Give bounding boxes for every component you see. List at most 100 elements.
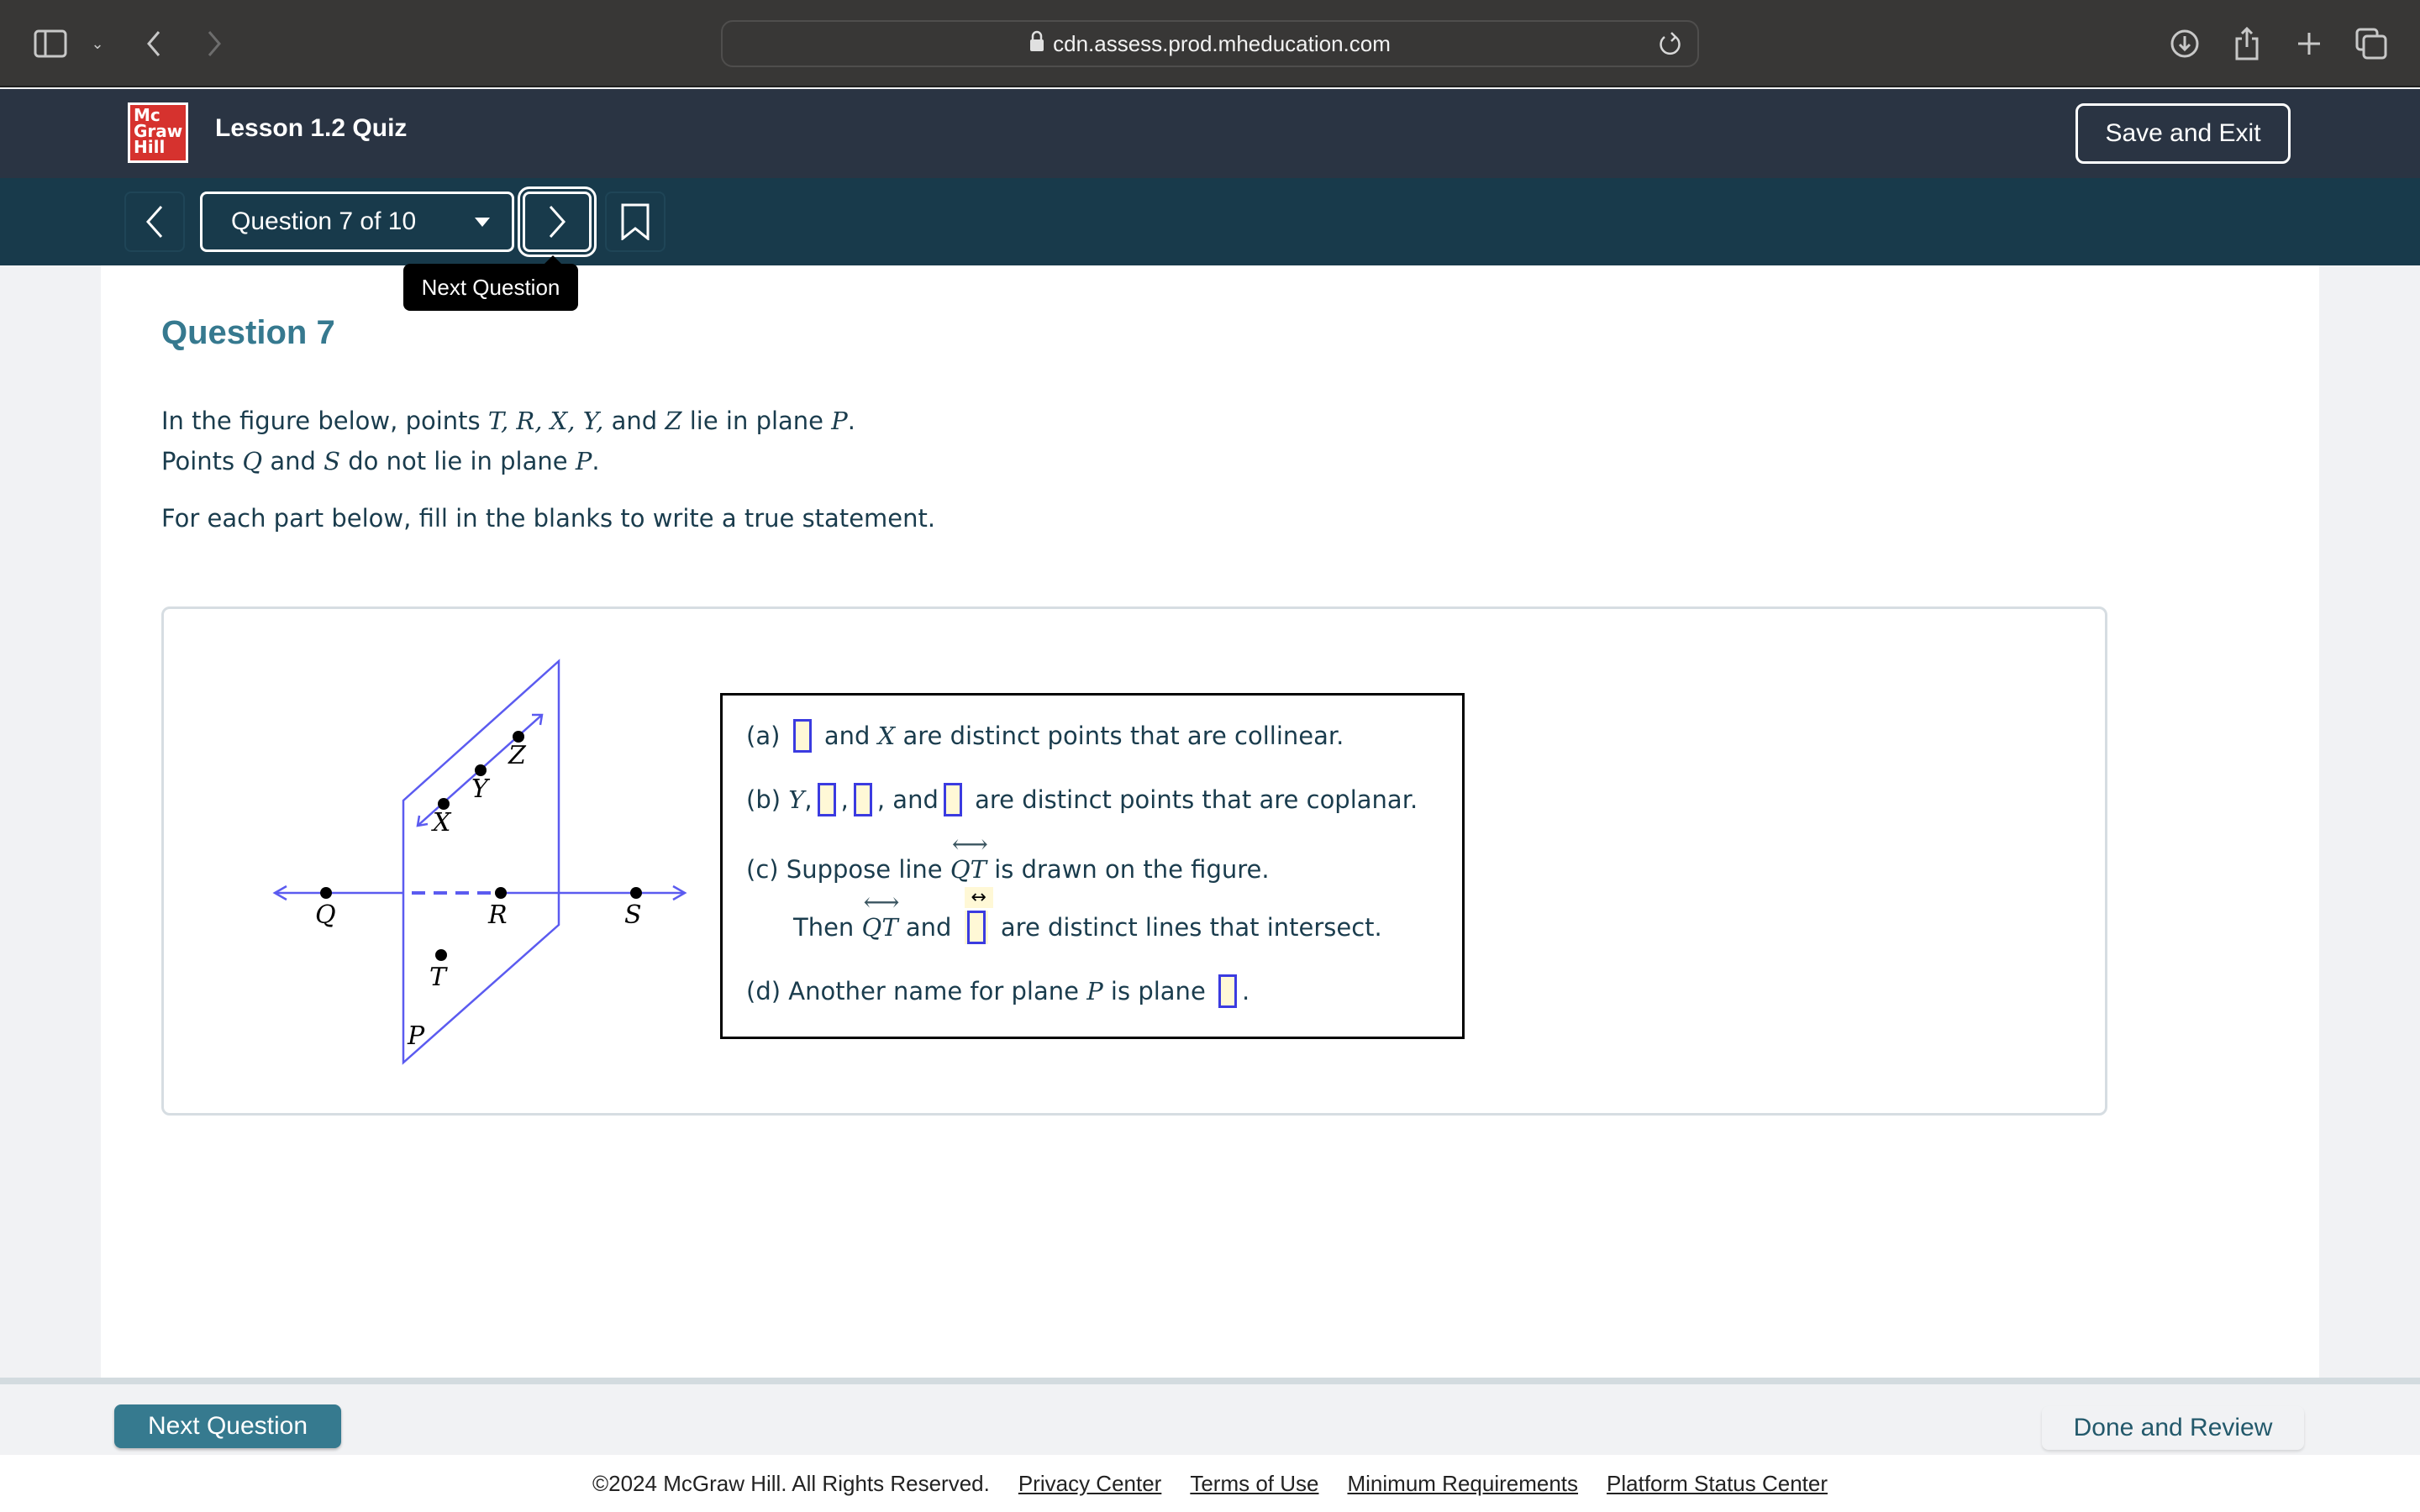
part-text: , [804,785,813,814]
label-q: Q [315,900,336,930]
stem-text: Points [161,447,243,475]
legal-footer: ©2024 McGraw Hill. All Rights Reserved. … [0,1455,2420,1512]
save-and-exit-button[interactable]: Save and Exit [2075,103,2291,164]
part-a: (a) and X are distinct points that are c… [746,719,1344,753]
line-qt-notation: QT [950,830,988,884]
part-label: (b) [746,785,781,814]
footer-actions: Next Question Done and Review [0,1378,2420,1455]
browser-toolbar: ⌄ cdn.assess.prod.mheducation.com [0,0,2420,87]
label-t: T [429,963,448,992]
part-math: Y [788,785,805,814]
next-question-tooltip: Next Question [403,255,578,311]
question-workspace: Q R S T X Y Z P (a) and X are distinct p… [161,606,2107,1116]
part-text: , and [876,785,939,814]
blank-a1[interactable] [792,719,812,753]
app-header: Mc Graw Hill Lesson 1.2 Quiz Save and Ex… [0,89,2420,178]
blank-b2[interactable] [853,783,872,816]
blank-d1[interactable] [1218,974,1237,1008]
chevron-down-icon[interactable]: ⌄ [87,25,108,62]
platform-status-center-link[interactable]: Platform Status Center [1607,1471,1828,1497]
blank-b3[interactable] [943,783,962,816]
lock-icon [1029,30,1044,58]
part-text: is plane [1102,977,1213,1005]
quiz-title: Lesson 1.2 Quiz [215,114,408,142]
label-plane-p: P [407,1021,425,1051]
download-icon[interactable] [2168,25,2202,62]
line-qt-notation: QT [862,888,900,942]
question-nav-bar: Question 7 of 10 [0,178,2420,265]
mcgraw-hill-logo: Mc Graw Hill [128,102,188,163]
point-s [630,887,642,899]
point-r [495,887,507,899]
privacy-center-link[interactable]: Privacy Center [1018,1471,1162,1497]
stem-math: P [831,407,848,435]
done-and-review-button[interactable]: Done and Review [2042,1406,2304,1450]
url-text: cdn.assess.prod.mheducation.com [1053,30,1391,56]
point-q [320,887,332,899]
stem-text: and [262,447,324,475]
blank-b1[interactable] [817,783,836,816]
question-selector-dropdown[interactable]: Question 7 of 10 [200,192,514,252]
bookmark-icon [621,203,650,240]
stem-period: . [592,447,600,475]
previous-question-button[interactable] [124,192,185,252]
caret-down-icon [475,218,490,227]
back-icon[interactable] [141,25,166,62]
question-stem-line2: Points Q and S do not lie in plane P. [161,447,600,475]
share-icon[interactable] [2232,25,2262,62]
question-instruction: For each part below, fill in the blanks … [161,504,936,533]
chevron-right-icon [549,206,566,238]
part-math: X [877,722,896,750]
answer-panel: (a) and X are distinct points that are c… [720,693,1465,1039]
question-content: Question 7 In the figure below, points T… [101,265,2319,1378]
part-text: are distinct points that are coplanar. [966,785,1418,814]
part-text: , [840,785,849,814]
label-s: S [624,900,642,930]
part-c-line1: (c) Suppose line QT is drawn on the figu… [746,830,1270,884]
stem-period: . [847,407,855,435]
part-text: is drawn on the figure. [986,855,1270,884]
question-title: Question 7 [161,314,335,351]
next-question-button[interactable]: Next Question [114,1404,341,1448]
terms-of-use-link[interactable]: Terms of Use [1190,1471,1318,1497]
part-c-line2: Then QT and ↔ are distinct lines that in… [793,887,1382,944]
part-text: Suppose line [786,855,950,884]
stem-math: T, R, X, Y, [487,407,604,435]
label-y: Y [471,774,491,804]
forward-icon[interactable] [202,25,227,62]
part-label: (c) [746,855,779,884]
stem-text: do not lie in plane [340,447,576,475]
plane-figure: Q R S T X Y Z P [272,659,687,1065]
question-stem-line1: In the figure below, points T, R, X, Y, … [161,407,855,435]
part-text: are distinct lines that intersect. [992,913,1382,942]
part-label: (d) [746,977,781,1005]
part-math: P [1086,977,1103,1005]
minimum-requirements-link[interactable]: Minimum Requirements [1348,1471,1579,1497]
label-x: X [431,808,452,837]
tabs-overview-icon[interactable] [2354,25,2388,62]
blank-c-line-answer[interactable]: ↔ [964,887,993,944]
part-text: and [816,722,878,750]
reload-icon[interactable] [1657,30,1682,65]
bookmark-button[interactable] [605,192,666,252]
stem-math: Z [665,407,682,435]
new-tab-icon[interactable] [2294,25,2324,62]
part-text: and [897,913,960,942]
next-question-nav-button[interactable] [518,186,597,257]
part-b: (b) Y, , , and are distinct points that … [746,783,1418,816]
point-t [435,949,447,961]
part-text: . [1242,977,1250,1005]
stem-math: P [575,447,592,475]
logo-line: Hill [134,137,166,157]
blank-c1[interactable] [966,911,986,944]
part-text: are distinct points that are collinear. [895,722,1344,750]
question-selector-label: Question 7 of 10 [231,207,417,235]
stem-math: Q [242,447,263,475]
stem-text: lie in plane [681,407,832,435]
part-text: Then [793,913,862,942]
stem-math: S [324,447,340,475]
address-bar[interactable]: cdn.assess.prod.mheducation.com [721,20,1699,67]
sidebar-toggle-icon[interactable] [34,25,67,62]
line-arrow-icon: ↔ [964,887,993,908]
part-d: (d) Another name for plane P is plane . [746,974,1249,1008]
